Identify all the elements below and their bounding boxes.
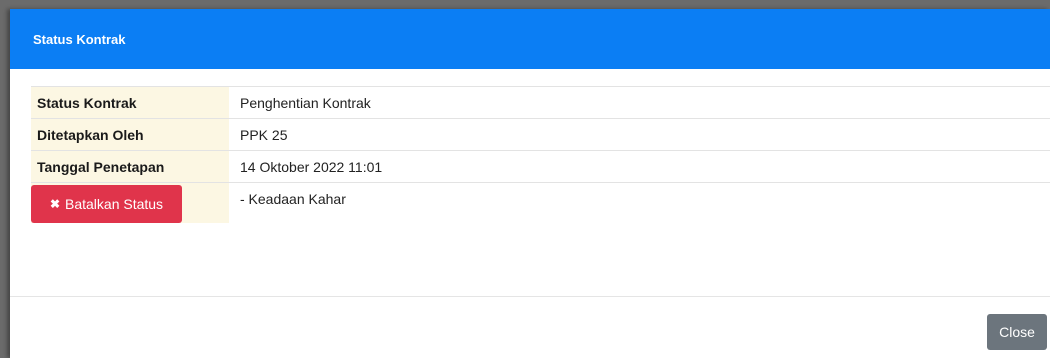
table-row: Alasan - Keadaan Kahar xyxy=(31,182,1050,223)
row-label-status-kontrak: Status Kontrak xyxy=(31,86,229,119)
row-label-ditetapkan-oleh: Ditetapkan Oleh xyxy=(31,118,229,151)
row-value-status-kontrak: Penghentian Kontrak xyxy=(229,86,1050,119)
modal-footer: Close xyxy=(10,296,1050,358)
row-value-tanggal-penetapan: 14 Oktober 2022 11:01 xyxy=(229,150,1050,183)
table-row: Tanggal Penetapan 14 Oktober 2022 11:01 xyxy=(31,150,1050,183)
row-label-tanggal-penetapan: Tanggal Penetapan xyxy=(31,150,229,183)
status-detail-table: Status Kontrak Penghentian Kontrak Ditet… xyxy=(31,86,1050,223)
batalkan-status-button[interactable]: ✖ Batalkan Status xyxy=(31,185,182,223)
status-kontrak-modal: Status Kontrak Status Kontrak Penghentia… xyxy=(10,9,1050,358)
row-value-ditetapkan-oleh: PPK 25 xyxy=(229,118,1050,151)
row-value-alasan: - Keadaan Kahar xyxy=(229,182,1050,223)
close-icon: ✖ xyxy=(49,197,60,211)
batalkan-status-label: Batalkan Status xyxy=(65,196,164,212)
modal-header: Status Kontrak xyxy=(10,9,1050,69)
table-row: Status Kontrak Penghentian Kontrak xyxy=(31,86,1050,119)
modal-title: Status Kontrak xyxy=(33,31,126,47)
table-row: Ditetapkan Oleh PPK 25 xyxy=(31,118,1050,151)
close-button[interactable]: Close xyxy=(987,314,1047,350)
